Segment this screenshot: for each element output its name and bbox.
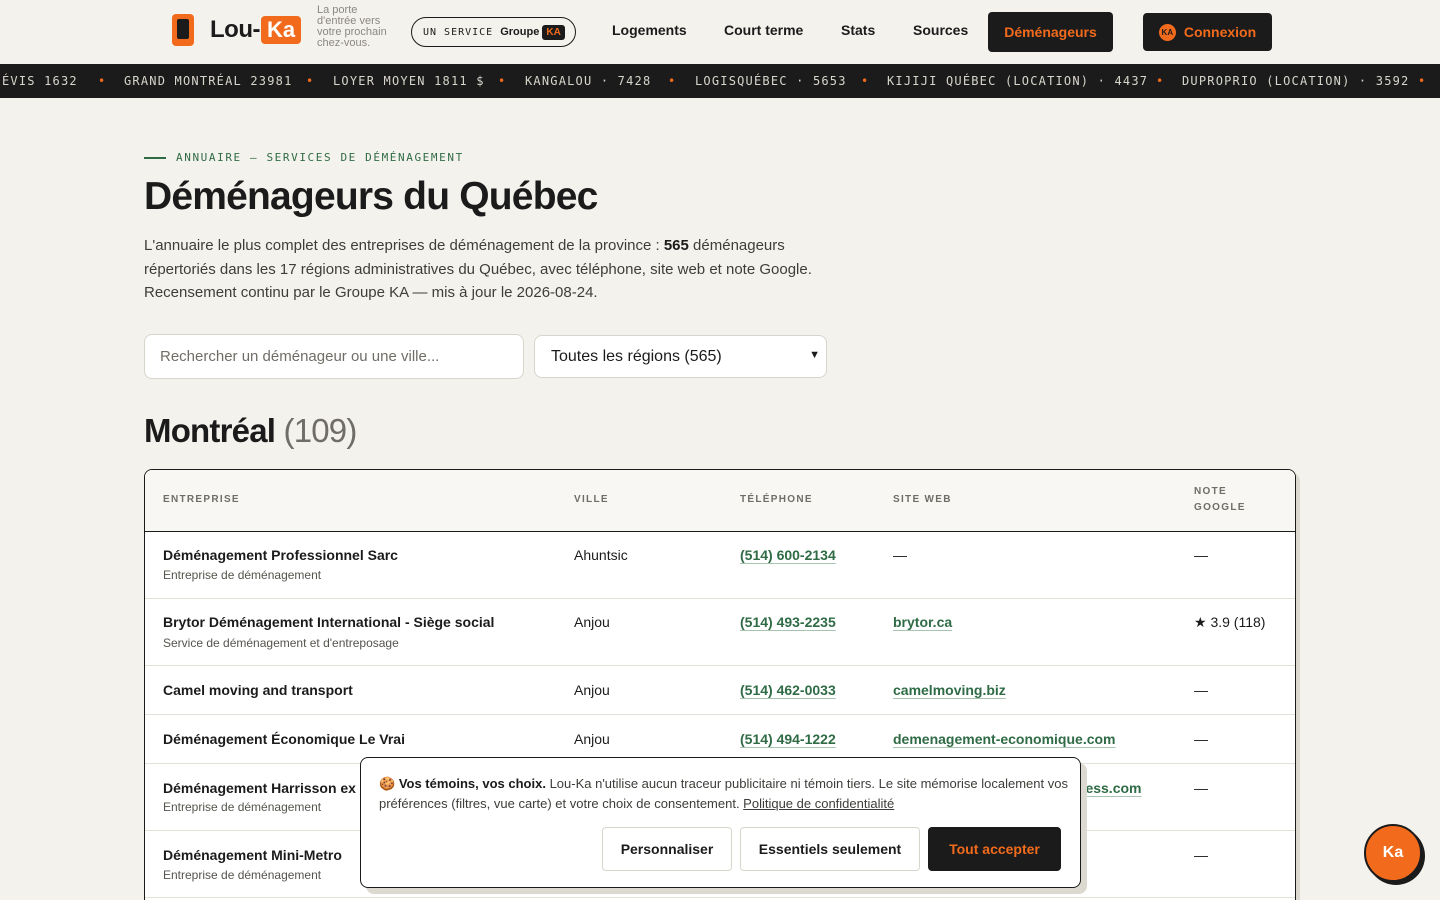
- company-type: Entreprise de déménagement: [163, 868, 322, 882]
- service-ka-badge: KA: [542, 24, 565, 40]
- company-name: Camel moving and transport: [163, 682, 353, 698]
- google-rating: —: [1194, 682, 1208, 698]
- ticker-separator: •: [668, 74, 677, 88]
- stats-ticker: ÉVIS 1632 • GRAND MONTRÉAL 23981 • LOYER…: [0, 64, 1440, 98]
- ticker-item: ÉVIS 1632: [2, 74, 78, 88]
- phone-link[interactable]: (514) 600-2134: [740, 547, 836, 563]
- ticker-item: KIJIJI QUÉBEC (LOCATION) · 4437: [887, 74, 1149, 88]
- ticker-separator: •: [861, 74, 870, 88]
- ticker-item: LOYER MOYEN 1811 $: [333, 74, 485, 88]
- nav-demenageurs[interactable]: Déménageurs: [988, 12, 1113, 52]
- intro-before: L'annuaire le plus complet des entrepris…: [144, 237, 664, 254]
- ticker-item: DUPROPRIO (LOCATION) · 3592: [1182, 74, 1410, 88]
- chevron-down-icon: ▼: [809, 349, 820, 361]
- accept-all-button[interactable]: Tout accepter: [928, 827, 1061, 871]
- page-title: Déménageurs du Québec: [144, 175, 598, 218]
- ticker-separator: •: [1418, 74, 1427, 88]
- ticker-separator: •: [498, 74, 507, 88]
- header-telephone[interactable]: TÉLÉPHONE: [740, 492, 813, 508]
- service-badge[interactable]: UN SERVICE Groupe KA: [411, 17, 576, 47]
- google-rating: —: [1194, 731, 1208, 747]
- header-entreprise[interactable]: ENTREPRISE: [163, 492, 240, 508]
- login-label: Connexion: [1183, 24, 1257, 40]
- website: —: [893, 547, 907, 563]
- section-count: (109): [283, 412, 358, 449]
- cookie-icon: 🍪: [379, 776, 396, 791]
- ticker-item: KANGALOU · 7428: [525, 74, 652, 88]
- chat-button[interactable]: Ka: [1364, 824, 1422, 882]
- header-site-web[interactable]: SITE WEB: [893, 492, 952, 508]
- logo-text-ka: Ka: [260, 16, 302, 44]
- section-title-text: Montréal: [144, 412, 276, 449]
- ticker-separator: •: [98, 74, 107, 88]
- essential-only-button[interactable]: Essentiels seulement: [740, 827, 920, 871]
- google-rating: —: [1194, 847, 1208, 863]
- city: Anjou: [574, 682, 610, 698]
- phone-logo-icon: [172, 14, 194, 46]
- nav-stats[interactable]: Stats: [841, 22, 875, 38]
- phone-link[interactable]: (514) 462-0033: [740, 682, 836, 698]
- google-rating: —: [1194, 547, 1208, 563]
- cookie-banner: 🍪 Vos témoins, vos choix. Lou-Ka n'utili…: [360, 757, 1081, 888]
- nav-sources[interactable]: Sources: [913, 22, 968, 38]
- service-prefix: UN SERVICE: [423, 26, 494, 38]
- eyebrow-text: ANNUAIRE — SERVICES DE DÉMÉNAGEMENT: [176, 151, 464, 164]
- company-name: Déménagement Économique Le Vrai: [163, 731, 405, 747]
- city: Anjou: [574, 731, 610, 747]
- google-rating: ★ 3.9 (118): [1194, 614, 1266, 630]
- region-select[interactable]: Toutes les régions (565) ▼: [534, 335, 827, 378]
- table-row[interactable]: Camel moving and transport Anjou (514) 4…: [145, 666, 1295, 715]
- tagline: La porte d'entrée vers votre prochain ch…: [317, 4, 387, 49]
- header-ville[interactable]: VILLE: [574, 492, 609, 508]
- website-link[interactable]: ress.com: [1080, 780, 1141, 796]
- phone-link[interactable]: (514) 494-1222: [740, 731, 836, 747]
- phone-link[interactable]: (514) 493-2235: [740, 614, 836, 630]
- cookie-text: 🍪 Vos témoins, vos choix. Lou-Ka n'utili…: [379, 774, 1069, 814]
- google-rating: —: [1194, 780, 1208, 796]
- company-name: Déménagement Harrisson ex: [163, 780, 356, 796]
- cookie-title: Vos témoins, vos choix.: [398, 776, 546, 791]
- company-type: Entreprise de déménagement: [163, 568, 322, 582]
- intro-text: L'annuaire le plus complet des entrepris…: [144, 234, 844, 305]
- website-link[interactable]: demenagement-economique.com: [893, 731, 1116, 747]
- nav-logements[interactable]: Logements: [612, 22, 687, 38]
- company-type: Service de déménagement et d'entreposage: [163, 636, 399, 650]
- table-header: ENTREPRISE VILLE TÉLÉPHONE SITE WEB NOTE…: [145, 470, 1295, 532]
- intro-count: 565: [663, 237, 689, 254]
- table-row[interactable]: Brytor Déménagement International - Sièg…: [145, 599, 1295, 666]
- logo[interactable]: Lou- Ka: [172, 14, 302, 46]
- nav-court-terme[interactable]: Court terme: [724, 22, 803, 38]
- website-link[interactable]: brytor.ca: [893, 614, 952, 630]
- section-title: Montréal (109): [144, 412, 357, 450]
- city: Anjou: [574, 614, 610, 630]
- service-group: Groupe: [500, 26, 540, 38]
- region-select-value: Toutes les régions (565): [551, 347, 722, 365]
- company-type: Entreprise de déménagement: [163, 800, 322, 814]
- eyebrow-line: [144, 156, 166, 159]
- ka-icon: KA: [1158, 23, 1176, 41]
- ticker-separator: •: [306, 74, 315, 88]
- website-link[interactable]: camelmoving.biz: [893, 682, 1006, 698]
- ticker-item: GRAND MONTRÉAL 23981: [124, 74, 293, 88]
- logo-text-lou: Lou-: [210, 16, 260, 43]
- company-name: Brytor Déménagement International - Sièg…: [163, 614, 495, 630]
- header-note-google[interactable]: NOTE GOOGLE: [1194, 484, 1264, 516]
- search-input[interactable]: [144, 334, 524, 379]
- ticker-item: LOGISQUÉBEC · 5653: [695, 74, 847, 88]
- site-header: Lou- Ka La porte d'entrée vers votre pro…: [0, 0, 1440, 64]
- eyebrow: ANNUAIRE — SERVICES DE DÉMÉNAGEMENT: [144, 151, 464, 164]
- login-button[interactable]: KA Connexion: [1143, 13, 1272, 51]
- ticker-separator: •: [1156, 74, 1165, 88]
- privacy-policy-link[interactable]: Politique de confidentialité: [743, 796, 894, 811]
- company-name: Déménagement Mini-Metro: [163, 847, 342, 863]
- table-row[interactable]: Déménagement Professionnel Sarc Entrepri…: [145, 532, 1295, 599]
- city: Ahuntsic: [574, 547, 628, 563]
- customize-button[interactable]: Personnaliser: [602, 827, 732, 871]
- company-name: Déménagement Professionnel Sarc: [163, 547, 398, 563]
